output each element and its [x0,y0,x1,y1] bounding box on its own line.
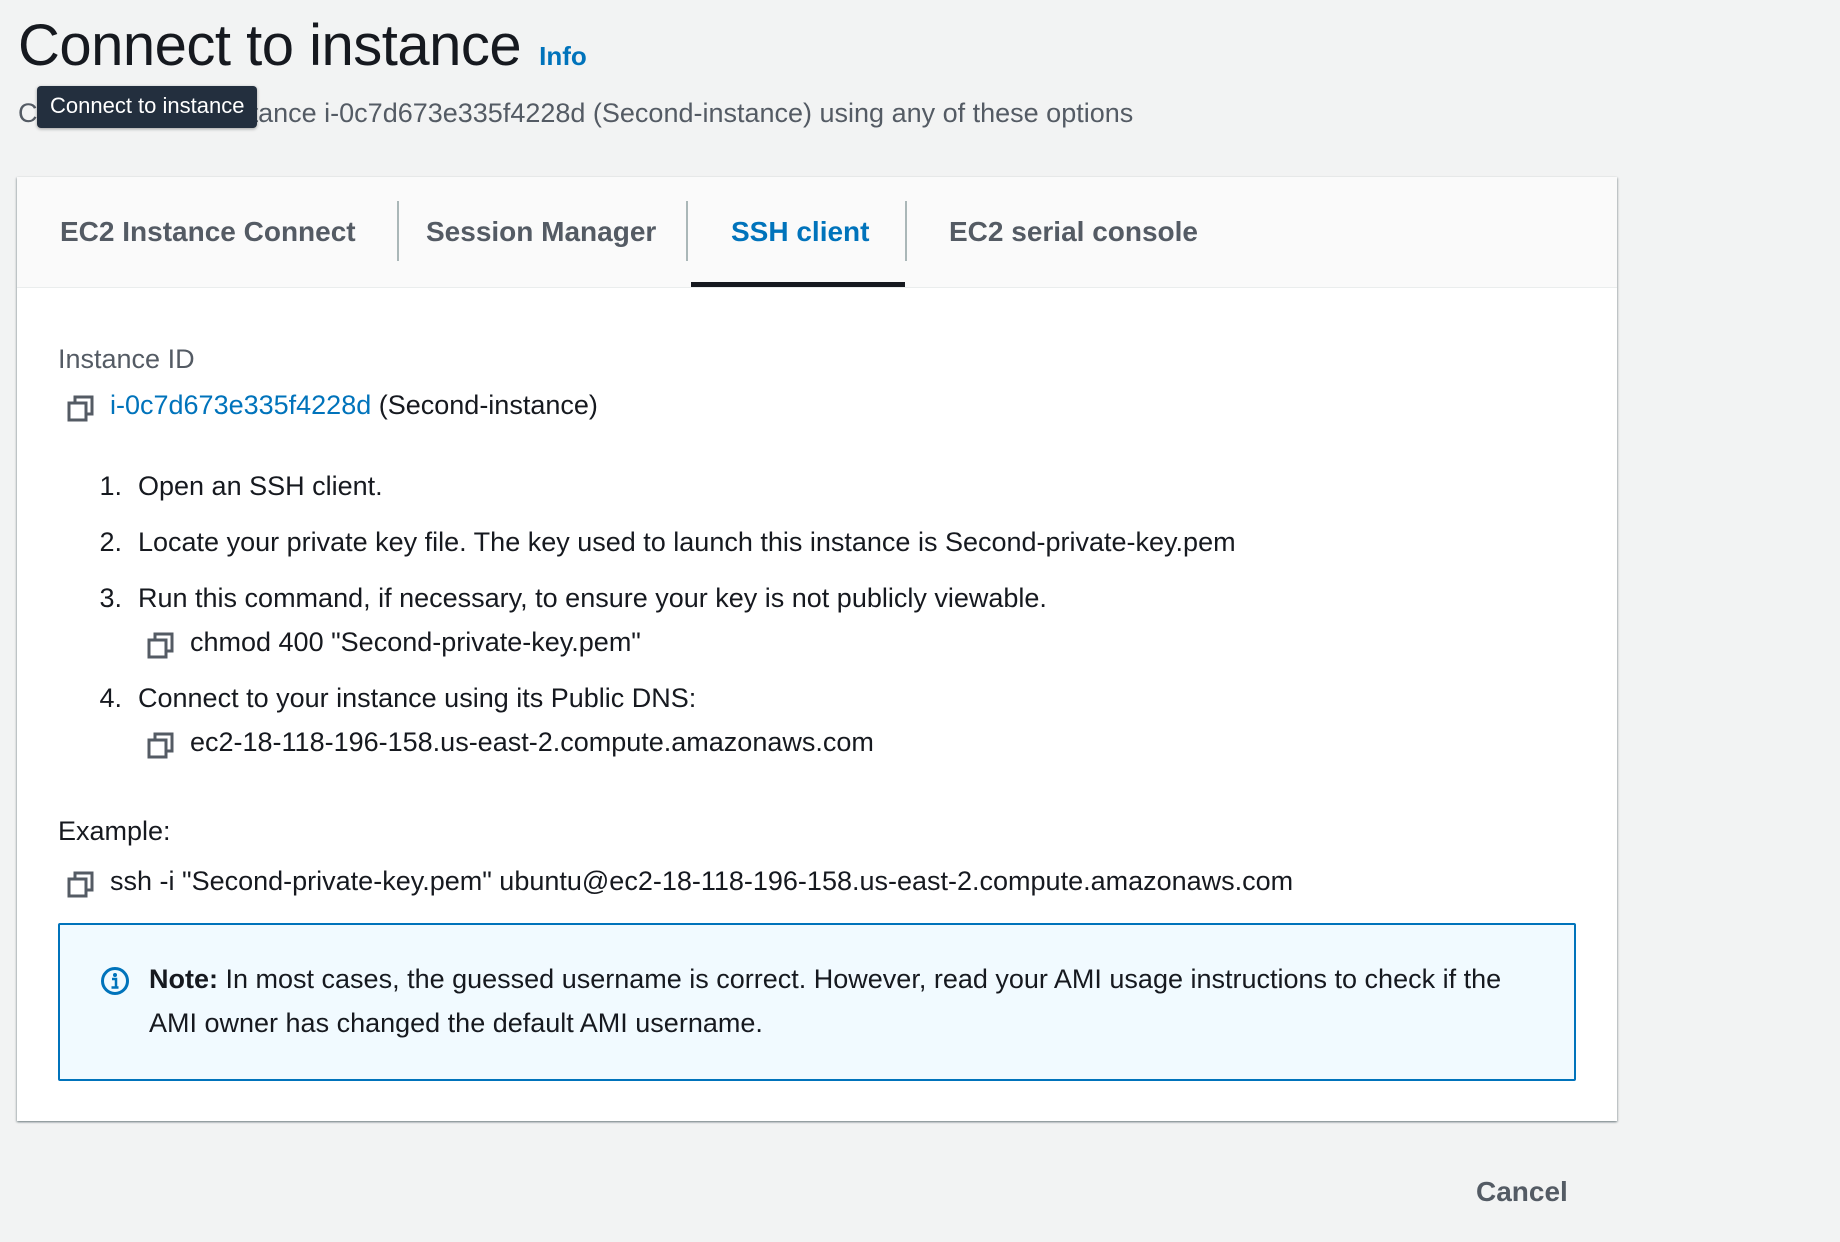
tab-ec2-instance-connect[interactable]: EC2 Instance Connect [60,177,356,287]
example-label: Example: [58,816,171,846]
step-text: Locate your private key file. The key us… [138,527,1236,557]
tab-ec2-serial-console[interactable]: EC2 serial console [949,177,1198,287]
step-number: 3. [99,583,122,613]
step-number: 4. [99,683,122,713]
cancel-button[interactable]: Cancel [1470,1172,1574,1212]
tab-divider [686,201,688,261]
copy-icon[interactable] [67,395,95,423]
copy-icon[interactable] [147,732,175,760]
note-title: Note: [149,964,218,994]
step-text: Connect to your instance using its Publi… [138,683,697,713]
copy-icon[interactable] [67,871,95,899]
tab-divider [905,201,907,261]
active-tab-indicator [691,282,905,287]
instance-id-row: i-0c7d673e335f4228d (Second-instance) [110,390,598,421]
page-header: Connect to instance Info [18,12,587,79]
step-number: 1. [99,471,122,501]
note-body: In most cases, the guessed username is c… [149,964,1502,1038]
step-number: 2. [99,527,122,557]
chmod-command: chmod 400 "Second-private-key.pem" [190,627,641,657]
instance-id-label: Instance ID [58,344,195,374]
example-command: ssh -i "Second-private-key.pem" ubuntu@e… [110,866,1294,896]
info-link[interactable]: Info [539,41,587,72]
tab-session-manager[interactable]: Session Manager [426,177,656,287]
step-text: Open an SSH client. [138,471,383,501]
page-title: Connect to instance [18,13,522,78]
instance-name: (Second-instance) [378,390,598,420]
copy-icon[interactable] [147,632,175,660]
public-dns: ec2-18-118-196-158.us-east-2.compute.ama… [190,727,874,757]
tab-ssh-client[interactable]: SSH client [731,177,869,287]
step-text: Run this command, if necessary, to ensur… [138,583,1047,613]
connect-panel: EC2 Instance Connect Session Manager SSH… [17,177,1617,1121]
note-alert: Note: In most cases, the guessed usernam… [58,923,1576,1081]
tooltip: Connect to instance [37,86,258,128]
instance-id-link[interactable]: i-0c7d673e335f4228d [110,390,371,420]
info-circle-icon [101,967,129,995]
tab-bar: EC2 Instance Connect Session Manager SSH… [17,177,1617,288]
tab-divider [397,201,399,261]
note-text: Note: In most cases, the guessed usernam… [149,957,1529,1045]
